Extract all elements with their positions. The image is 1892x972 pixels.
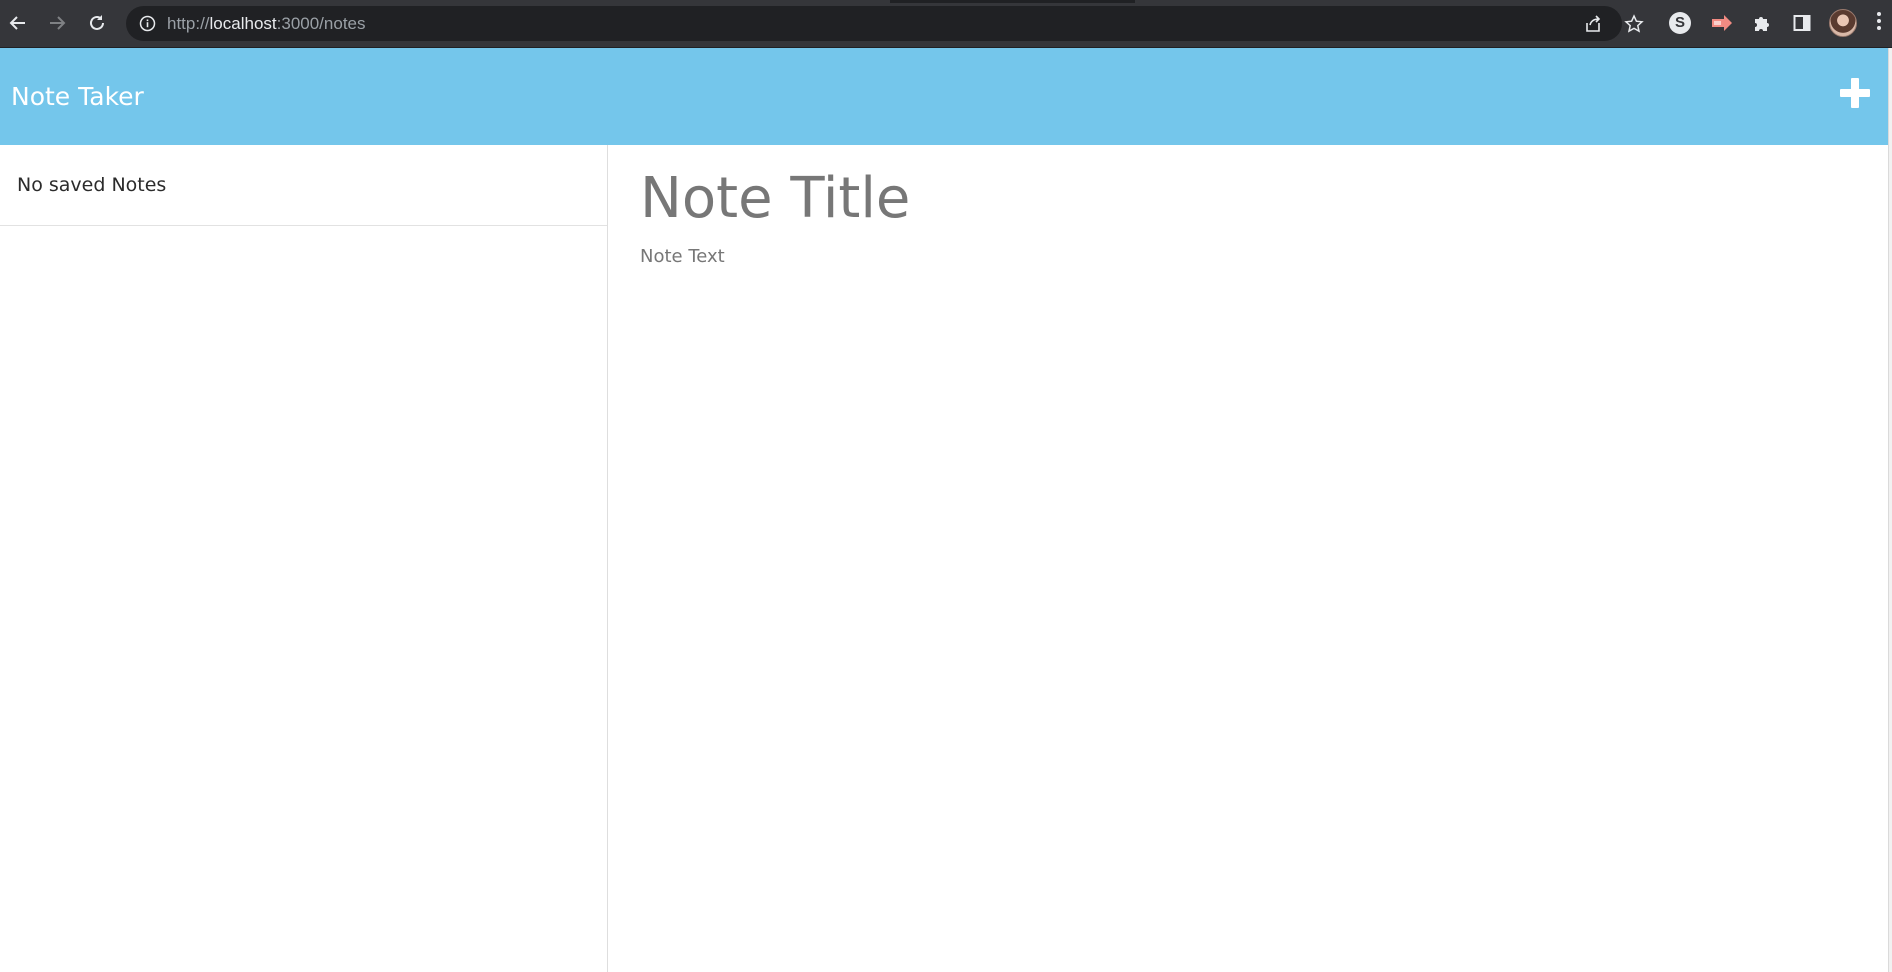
note-text-area[interactable] (640, 246, 1840, 846)
puzzle-icon (1755, 17, 1769, 31)
scrollbar[interactable] (1888, 48, 1892, 972)
url-text[interactable]: http://localhost:3000/notes (167, 6, 366, 41)
app-title[interactable]: Note Taker (11, 48, 144, 145)
back-button[interactable] (5, 10, 31, 36)
bookmark-button[interactable] (1623, 13, 1645, 35)
arrow-extension-button[interactable] (1710, 11, 1734, 35)
new-note-button[interactable] (1840, 78, 1870, 108)
url-host: localhost (209, 14, 277, 33)
list-item: No saved Notes (0, 145, 607, 226)
browser-toolbar: http://localhost:3000/notes S (0, 0, 1892, 48)
arrow-extension-icon (1712, 15, 1732, 31)
menu-dot-icon (1877, 12, 1881, 16)
notes-list: No saved Notes (0, 145, 608, 972)
extensions-button[interactable] (1750, 11, 1774, 35)
side-panel-button[interactable] (1790, 11, 1814, 35)
note-editor (608, 145, 1888, 972)
side-panel-icon (1793, 15, 1811, 31)
s-extension-icon: S (1669, 12, 1691, 34)
tab-strip-edge (890, 0, 1135, 3)
arrow-right-icon (50, 16, 66, 30)
share-icon (1586, 15, 1601, 32)
empty-notes-message: No saved Notes (17, 174, 167, 196)
info-icon[interactable] (139, 15, 156, 32)
browser-menu-button[interactable] (1874, 12, 1884, 36)
url-path: :3000/notes (276, 14, 366, 33)
app-navbar: Note Taker (0, 48, 1888, 145)
menu-dot-icon (1877, 26, 1881, 30)
s-extension-button[interactable]: S (1668, 11, 1692, 35)
arrow-left-icon (9, 16, 25, 30)
url-scheme: http:// (167, 14, 210, 33)
star-icon (1624, 14, 1644, 33)
address-bar[interactable]: http://localhost:3000/notes (126, 6, 1644, 41)
reload-button[interactable] (84, 10, 110, 36)
profile-avatar[interactable] (1829, 9, 1857, 37)
forward-button[interactable] (44, 10, 70, 36)
share-button[interactable] (1582, 13, 1604, 35)
menu-dot-icon (1877, 19, 1881, 23)
reload-icon (90, 15, 104, 30)
note-title-input[interactable] (640, 163, 1840, 233)
